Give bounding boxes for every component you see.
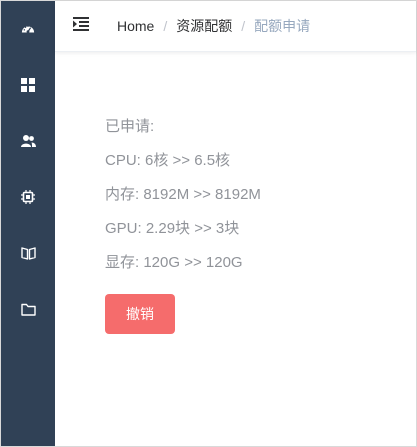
grid-icon [21, 78, 35, 92]
vram-quota-line: 显存: 120G >> 120G [105, 254, 243, 271]
app-window: Home / 资源配额 / 配额申请 已申请: CPU: 6核 >> 6.5核 … [0, 0, 417, 447]
users-icon [20, 134, 36, 148]
dashboard-icon [21, 22, 35, 36]
applied-label: 已申请: [105, 118, 155, 135]
main-area: Home / 资源配额 / 配额申请 已申请: CPU: 6核 >> 6.5核 … [55, 1, 416, 446]
sidebar-item-book[interactable] [1, 225, 55, 281]
navbar: Home / 资源配额 / 配额申请 [55, 1, 416, 52]
sidebar-item-dashboard[interactable] [1, 1, 55, 57]
book-icon [20, 246, 36, 260]
cancel-request-button[interactable]: 撤销 [105, 294, 175, 334]
memory-quota-line: 内存: 8192M >> 8192M [105, 186, 261, 203]
hamburger-button[interactable] [71, 16, 91, 36]
chip-icon [21, 190, 35, 204]
sidebar-item-chip[interactable] [1, 169, 55, 225]
sidebar-item-users[interactable] [1, 113, 55, 169]
quota-request-content: 已申请: CPU: 6核 >> 6.5核 内存: 8192M >> 8192M … [55, 52, 416, 334]
breadcrumb-home[interactable]: Home [117, 18, 154, 34]
breadcrumb-current: 配额申请 [254, 18, 311, 34]
breadcrumb-separator: / [163, 18, 168, 34]
sidebar [1, 1, 55, 446]
breadcrumb: Home / 资源配额 / 配额申请 [117, 16, 310, 36]
menu-fold-icon [73, 16, 89, 36]
cpu-quota-line: CPU: 6核 >> 6.5核 [105, 152, 231, 169]
breadcrumb-separator: / [241, 18, 246, 34]
breadcrumb-resource-quota[interactable]: 资源配额 [176, 16, 232, 36]
gpu-quota-line: GPU: 2.29块 >> 3块 [105, 220, 240, 237]
sidebar-item-folder[interactable] [1, 281, 55, 337]
folder-icon [20, 303, 36, 316]
sidebar-item-grid[interactable] [1, 57, 55, 113]
